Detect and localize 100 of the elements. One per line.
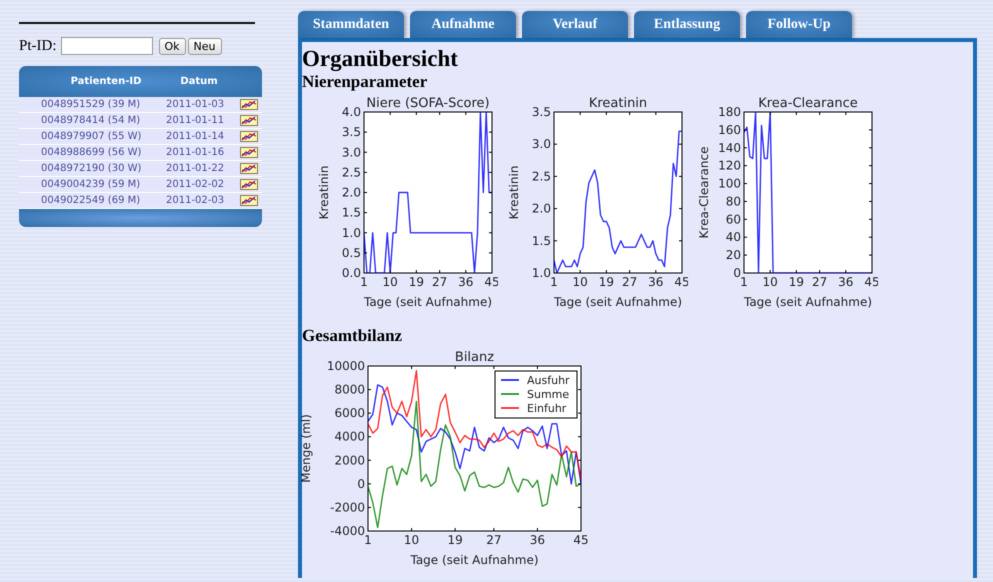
page-title: Organübersicht xyxy=(302,46,459,72)
axis-tick-label: 10000 xyxy=(326,359,365,373)
axis-tick-label: 19 xyxy=(788,275,804,289)
axis-label: Krea-Clearance xyxy=(697,146,711,238)
pt-id-label: Pt-ID: xyxy=(19,38,56,54)
axis-tick-label: 10 xyxy=(382,275,398,289)
axis-tick-label: 2.5 xyxy=(342,165,361,180)
date-cell-text: 2011-02-03 xyxy=(166,195,226,206)
axis-tick-label: 27 xyxy=(486,533,502,547)
axis-label: Menge (ml) xyxy=(299,414,313,483)
chart-title: Kreatinin xyxy=(588,96,648,111)
axis-label: Tage (seit Aufnahme) xyxy=(364,295,492,309)
tab[interactable]: Stammdaten xyxy=(298,11,404,38)
axis-tick-label: 2.0 xyxy=(532,202,551,216)
axis-tick-label: 1.5 xyxy=(342,206,361,220)
date-cell-text: 2011-01-03 xyxy=(166,99,226,110)
axis-tick-label: 40 xyxy=(726,230,741,244)
axis-tick-label: 180 xyxy=(718,105,741,119)
axis-tick-label: 4000 xyxy=(334,430,365,444)
axis-tick-label: 36 xyxy=(648,275,664,289)
axis-tick-label: 8000 xyxy=(334,382,365,397)
axis-tick-label: 0.5 xyxy=(342,246,361,260)
patient-link[interactable]: 0048988699 (56 W) xyxy=(41,147,166,158)
patient-link[interactable]: 0049022549 (69 M) xyxy=(41,195,166,206)
axis-tick-label: 36 xyxy=(530,533,546,547)
axis-label: Kreatinin xyxy=(317,166,331,220)
axis-tick-label: 3.0 xyxy=(342,145,361,160)
axis-tick-label: -2000 xyxy=(330,500,365,514)
chart-title: Bilanz xyxy=(454,350,494,365)
date-cell-text: 2011-01-22 xyxy=(166,163,226,174)
legend-label: Summe xyxy=(527,388,570,401)
date-cell-text: 2011-01-14 xyxy=(166,131,226,142)
axis-tick-label: 10 xyxy=(572,275,588,289)
form-button[interactable]: Neu xyxy=(188,38,222,54)
axis-tick-label: 1 xyxy=(364,533,372,547)
axis-tick-label: 160 xyxy=(718,122,741,137)
chart-icon[interactable] xyxy=(240,115,258,126)
axis-tick-label: 1.5 xyxy=(532,234,551,248)
patient-link[interactable]: 0048979907 (55 W) xyxy=(41,131,166,142)
chart-title: Krea-Clearance xyxy=(758,96,858,111)
date-cell-text: 2011-02-02 xyxy=(166,179,226,190)
chart-icon[interactable] xyxy=(240,195,258,206)
section-heading: Nierenparameter xyxy=(302,72,428,92)
axis-label: Tage (seit Aufnahme) xyxy=(744,295,872,309)
axis-tick-label: 10 xyxy=(404,533,420,547)
date-cell-text: 2011-01-16 xyxy=(166,147,226,158)
axis-tick-label: 120 xyxy=(718,158,741,173)
axis-label: Tage (seit Aufnahme) xyxy=(554,295,682,309)
column-header: Patienten-ID xyxy=(70,76,142,87)
chart-icon[interactable] xyxy=(240,163,258,174)
chart-icon[interactable] xyxy=(240,147,258,158)
axis-tick-label: 1 xyxy=(740,275,748,289)
legend-label: Einfuhr xyxy=(527,402,566,415)
axis-tick-label: 60 xyxy=(726,212,741,226)
tab[interactable]: Entlassung xyxy=(634,11,740,38)
axis-label: Kreatinin xyxy=(507,166,521,220)
chart-icon[interactable] xyxy=(240,131,258,142)
pt-id-field[interactable] xyxy=(60,37,152,55)
axis-tick-label: 36 xyxy=(458,275,474,289)
axis-tick-label: 1.0 xyxy=(342,226,361,240)
axis-tick-label: 2000 xyxy=(334,453,365,468)
patient-link[interactable]: 0048972190 (30 W) xyxy=(41,163,166,174)
axis-tick-label: 1.0 xyxy=(532,266,551,280)
axis-tick-label: 20 xyxy=(726,248,741,262)
section-heading: Gesamtbilanz xyxy=(302,326,404,346)
axis-tick-label: 80 xyxy=(726,194,741,208)
axis-tick-label: 27 xyxy=(432,275,448,289)
column-header: Datum xyxy=(179,76,219,87)
axis-tick-label: 4.0 xyxy=(342,105,361,119)
axis-tick-label: 3.0 xyxy=(532,137,551,152)
patient-link[interactable]: 0049004239 (59 M) xyxy=(41,179,166,190)
chart-icon[interactable] xyxy=(240,99,258,110)
axis-tick-label: 3.5 xyxy=(342,125,361,140)
axis-tick-label: 2.5 xyxy=(532,169,551,184)
tab[interactable]: Verlauf xyxy=(522,11,628,38)
axis-tick-label: 0.0 xyxy=(342,266,361,280)
axis-tick-label: 6000 xyxy=(334,406,365,420)
axis-tick-label: 0 xyxy=(733,266,741,280)
axis-tick-label: 1 xyxy=(360,275,368,289)
form-button[interactable]: Ok xyxy=(158,38,186,54)
tab[interactable]: Aufnahme xyxy=(410,11,516,38)
axis-tick-label: -4000 xyxy=(330,524,365,538)
patient-link[interactable]: 0048978414 (54 M) xyxy=(41,115,166,126)
axis-tick-label: 36 xyxy=(838,275,854,289)
axis-tick-label: 2.0 xyxy=(342,186,361,200)
axis-tick-label: 27 xyxy=(622,275,638,289)
chart-icon[interactable] xyxy=(240,179,258,190)
axis-tick-label: 10 xyxy=(762,275,778,289)
axis-label: Tage (seit Aufnahme) xyxy=(410,553,539,567)
axis-tick-label: 19 xyxy=(408,275,424,289)
axis-tick-label: 0 xyxy=(357,476,365,491)
chart-title: Niere (SOFA-Score) xyxy=(366,96,490,111)
axis-tick-label: 1 xyxy=(550,275,558,289)
date-cell-text: 2011-01-11 xyxy=(166,115,226,126)
axis-tick-label: 19 xyxy=(448,533,463,547)
patient-link[interactable]: 0048951529 (39 M) xyxy=(41,99,166,110)
axis-tick-label: 3.5 xyxy=(532,105,551,119)
legend-label: Ausfuhr xyxy=(527,374,570,387)
axis-tick-label: 140 xyxy=(718,140,741,155)
tab[interactable]: Follow-Up xyxy=(746,11,852,38)
